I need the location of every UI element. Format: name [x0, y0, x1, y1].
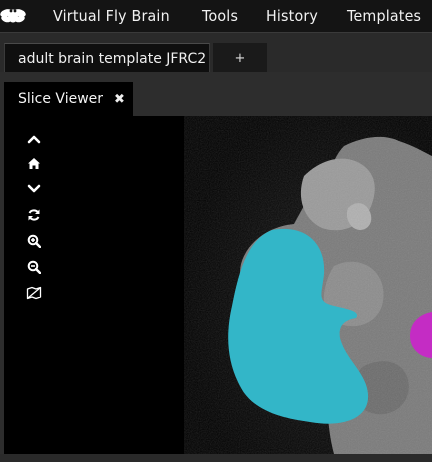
home-icon[interactable] — [24, 153, 44, 173]
menu-templates[interactable]: Templates — [347, 7, 421, 25]
slice-viewer-title: Slice Viewer — [18, 91, 104, 107]
tab-slice-viewer[interactable]: Slice Viewer ✖ — [4, 82, 133, 116]
chevron-down-icon[interactable] — [24, 179, 44, 199]
zoom-out-icon[interactable] — [24, 257, 44, 277]
add-tab-button[interactable]: + — [213, 43, 267, 73]
fly-icon[interactable] — [0, 0, 26, 32]
toggle-view-icon[interactable] — [24, 283, 44, 303]
top-menu-bar: Virtual Fly Brain Tools History Template… — [0, 0, 432, 32]
tab-template[interactable]: adult brain template JFRC2 — [4, 43, 210, 73]
menu-history[interactable]: History — [266, 7, 318, 25]
brain-slice-image — [184, 116, 432, 454]
close-icon[interactable]: ✖ — [114, 93, 125, 106]
refresh-icon[interactable] — [24, 205, 44, 225]
menu-tools[interactable]: Tools — [202, 7, 238, 25]
panel-tab-bar: Slice Viewer ✖ — [0, 72, 432, 116]
menu-virtual-fly-brain[interactable]: Virtual Fly Brain — [53, 7, 170, 25]
chevron-up-icon[interactable] — [24, 129, 44, 149]
zoom-in-icon[interactable] — [24, 231, 44, 251]
template-tab-bar: adult brain template JFRC2 + — [0, 32, 432, 73]
bottom-bar — [0, 454, 432, 462]
slice-viewer-canvas[interactable] — [4, 116, 432, 454]
